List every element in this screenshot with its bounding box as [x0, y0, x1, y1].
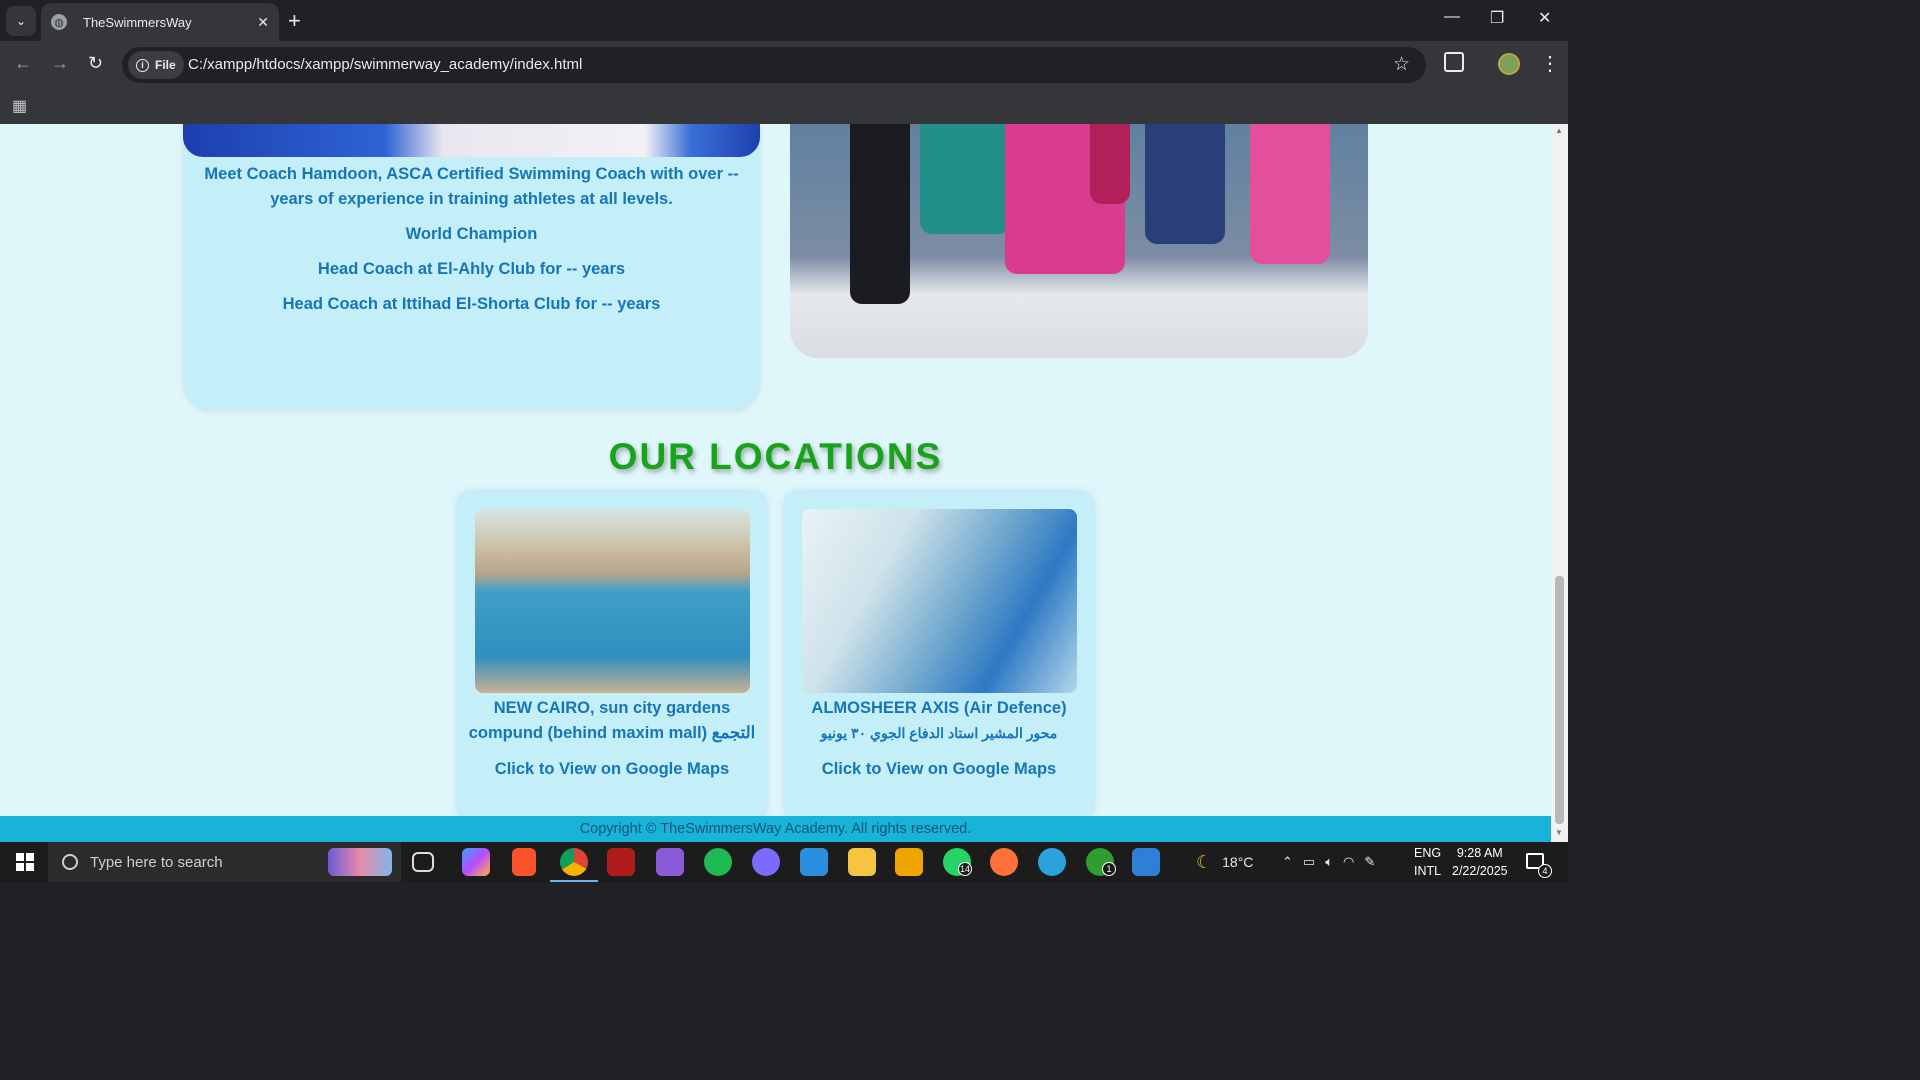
wifi-icon[interactable]: ◠	[1343, 854, 1354, 870]
notification-count-badge: 4	[1538, 864, 1552, 878]
coach-card: Meet Coach Hamdoon, ASCA Certified Swimm…	[183, 124, 760, 410]
coach-photo	[183, 124, 760, 157]
close-tab-icon[interactable]: ✕	[257, 14, 269, 31]
spotify-icon[interactable]	[704, 848, 732, 876]
url-text[interactable]: C:/xampp/htdocs/xampp/swimmerway_academy…	[188, 56, 582, 73]
globe-icon: ◍	[51, 14, 67, 30]
locations-title: OUR LOCATIONS	[608, 436, 943, 477]
coach-achievement: Head Coach at El-Ahly Club for -- years	[317, 260, 626, 278]
task-view-icon[interactable]	[412, 852, 434, 872]
app-red-icon[interactable]	[607, 848, 635, 876]
coach-achievement: World Champion	[405, 225, 538, 243]
location-card-almosheer: ALMOSHEER AXIS (Air Defence) محور المشير…	[785, 492, 1093, 820]
language-indicator[interactable]: ENG INTL	[1414, 844, 1441, 880]
search-highlight-icon[interactable]	[328, 848, 392, 876]
page-viewport: Meet Coach Hamdoon, ASCA Certified Swimm…	[0, 124, 1551, 842]
location-arabic-address: محور المشير استاد الدفاع الجوي ٣٠ يونيو	[820, 725, 1058, 741]
coach-intro: Meet Coach Hamdoon, ASCA Certified Swimm…	[204, 165, 739, 208]
windows-taskbar: Type here to search 14 1 ☾ 18°C ⌃ ▭ 🔈︎ ◠…	[0, 842, 1568, 882]
scroll-down-icon[interactable]: ▼	[1555, 828, 1563, 837]
search-icon	[62, 854, 78, 870]
telegram-icon[interactable]	[1038, 848, 1066, 876]
clock-date: 2/22/2025	[1452, 864, 1508, 878]
weather-temp: 18°C	[1222, 854, 1254, 870]
footer: Copyright © TheSwimmersWay Academy. All …	[0, 816, 1551, 842]
chrome-icon[interactable]	[560, 848, 588, 876]
firefox-icon[interactable]	[990, 848, 1018, 876]
location-name-block: ALMOSHEER AXIS (Air Defence) محور المشير…	[785, 696, 1093, 746]
location-card-new-cairo: NEW CAIRO, sun city gardens compund (beh…	[458, 492, 766, 820]
scroll-up-icon[interactable]: ▲	[1555, 126, 1563, 135]
scrollbar-thumb[interactable]	[1555, 576, 1564, 824]
team-group-photo	[790, 124, 1368, 358]
whatsapp-badge: 14	[958, 862, 972, 876]
taskbar-search-placeholder: Type here to search	[90, 853, 223, 871]
browser-toolbar: ← → ↻ i File C:/xampp/htdocs/xampp/swimm…	[0, 41, 1568, 89]
windows-start-icon[interactable]	[16, 853, 34, 871]
file-explorer-icon[interactable]	[848, 848, 876, 876]
location-photo	[802, 509, 1077, 693]
visual-studio-icon[interactable]	[656, 848, 684, 876]
moon-icon: ☾	[1196, 851, 1213, 872]
battery-icon[interactable]: ▭	[1303, 854, 1315, 870]
tab-title: TheSwimmersWay	[83, 14, 192, 30]
photos-icon[interactable]	[1132, 848, 1160, 876]
info-icon: i	[136, 58, 149, 72]
copilot-icon[interactable]	[462, 848, 490, 876]
volume-icon[interactable]: 🔈︎	[1325, 854, 1333, 870]
browser-tab-bar: ⌄ ◍ TheSwimmersWay ✕ + — ❐ ✕	[0, 0, 1568, 41]
bookmarks-bar: ▦	[0, 89, 1568, 124]
close-window-button[interactable]: ✕	[1538, 8, 1551, 28]
forward-arrow-icon[interactable]: →	[51, 53, 69, 74]
copyright-text: Copyright © TheSwimmersWay Academy. All …	[579, 821, 972, 837]
location-photo	[475, 509, 750, 693]
minimize-button[interactable]: —	[1444, 8, 1460, 26]
location-name: ALMOSHEER AXIS (Air Defence)	[811, 699, 1067, 717]
google-maps-link[interactable]: Click to View on Google Maps	[785, 760, 1093, 779]
restore-button[interactable]: ❐	[1490, 8, 1504, 28]
tab-search-button[interactable]: ⌄	[6, 6, 36, 36]
clock-time: 9:28 AM	[1456, 846, 1503, 860]
vscode-icon[interactable]	[800, 848, 828, 876]
weather-widget[interactable]: ☾ 18°C	[1196, 842, 1253, 882]
chevron-up-icon[interactable]: ⌃	[1282, 854, 1293, 870]
coach-description: Meet Coach Hamdoon, ASCA Certified Swimm…	[183, 162, 760, 327]
menu-kebab-icon[interactable]: ⋮	[1540, 51, 1560, 76]
extensions-icon[interactable]	[1444, 52, 1464, 72]
google-maps-link[interactable]: Click to View on Google Maps	[458, 760, 766, 779]
site-info-chip[interactable]: i File	[128, 51, 184, 79]
keyboard-layout: INTL	[1414, 864, 1442, 878]
active-app-indicator	[550, 880, 598, 882]
site-info-label: File	[155, 58, 176, 72]
profile-avatar[interactable]	[1498, 53, 1520, 75]
xbox-badge: 1	[1102, 862, 1116, 876]
brave-browser-icon[interactable]	[512, 848, 536, 876]
back-arrow-icon[interactable]: ←	[14, 53, 32, 74]
clock[interactable]: 9:28 AM 2/22/2025	[1452, 844, 1508, 880]
page-scrollbar[interactable]: ▲ ▼	[1551, 124, 1568, 842]
discord-icon[interactable]	[752, 848, 780, 876]
pen-icon[interactable]: ✎	[1364, 854, 1375, 870]
coach-achievement: Head Coach at Ittihad El-Shorta Club for…	[282, 295, 661, 313]
location-name: NEW CAIRO, sun city gardens compund (beh…	[468, 699, 756, 742]
bookmark-star-icon[interactable]: ☆	[1393, 53, 1410, 76]
reload-icon[interactable]: ↻	[88, 53, 103, 74]
address-bar[interactable]: i File C:/xampp/htdocs/xampp/swimmerway_…	[122, 47, 1426, 83]
apps-grid-icon[interactable]: ▦	[12, 96, 27, 116]
xampp-icon[interactable]	[895, 848, 923, 876]
browser-tab[interactable]: ◍ TheSwimmersWay ✕	[41, 3, 279, 41]
language-code: ENG	[1414, 846, 1442, 860]
new-tab-button[interactable]: +	[288, 8, 301, 34]
system-tray: ⌃ ▭ 🔈︎ ◠ ✎	[1282, 842, 1375, 882]
